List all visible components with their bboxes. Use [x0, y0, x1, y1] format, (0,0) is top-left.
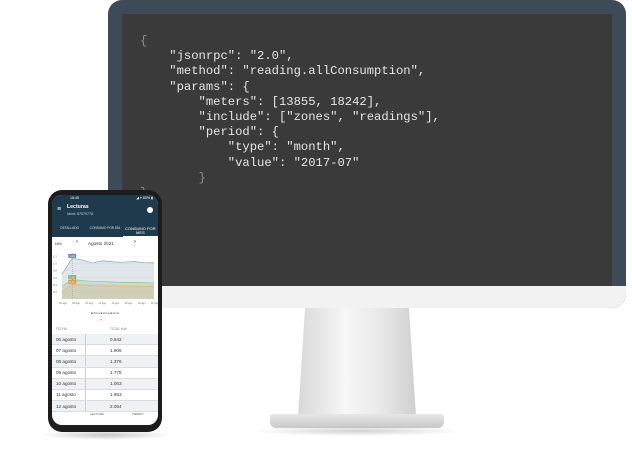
code-line: "params": { [140, 79, 250, 94]
tab-detallado[interactable]: DETALLADO [52, 225, 87, 237]
unit-label: kWh [55, 242, 62, 246]
chart-legend: ■ Zona ■ Zona ■ Zona [90, 311, 120, 315]
y-tick-label: 0.4 [53, 283, 57, 287]
monitor-stand-neck [298, 308, 416, 416]
cell-divider [85, 389, 86, 400]
cell-divider [85, 367, 86, 378]
column-header-date: FECHA [56, 327, 67, 331]
monitor-chin [108, 286, 626, 308]
y-tick-label: 1.2 [53, 255, 57, 259]
cell-divider [85, 345, 86, 356]
row-value: 0.542 [110, 336, 122, 342]
phone-screen: 16:45 ◢ ▾ 83% ▮ ≡ Lecturas Ident: 675797… [52, 195, 158, 425]
x-tick-label: 10 ago [85, 302, 93, 305]
table-row[interactable]: 07 agosto 1.906 [52, 345, 158, 357]
month-selector-label: Agosto 2021 [88, 241, 114, 246]
code-line: "meters": [13855, 18242], [140, 94, 382, 109]
monitor-shadow [250, 426, 464, 436]
footer-lectura: LECTURA [90, 412, 105, 416]
y-tick-label: 1.0 [53, 262, 57, 266]
table-header: FECHA TOTAL kWh [52, 325, 158, 333]
row-date: 12 agosto [56, 403, 77, 409]
code-line: "include": ["zones", "readings"], [140, 110, 440, 125]
x-tick-label: 12 ago [98, 302, 106, 305]
table-row[interactable]: 09 agosto 1.775 [52, 367, 158, 379]
y-tick-label: 0.8 [53, 269, 57, 273]
x-tick-label: 08 ago [72, 302, 80, 305]
row-value: 1.906 [110, 347, 122, 353]
row-value: 2.054 [110, 403, 122, 409]
desktop-monitor: { "jsonrpc": "2.0", "method": "reading.a… [108, 0, 626, 308]
consumption-chart[interactable]: 1.2 1.0 0.8 0.6 0.4 0.2 06 ago 08 ago 10 ago 12 a… [52, 249, 158, 309]
row-value: 1.063 [110, 381, 122, 387]
row-date: 11 agosto [56, 392, 76, 398]
row-date: 10 agosto [56, 381, 77, 387]
x-tick-label: 20 ago [151, 302, 158, 305]
page-subtitle: Ident: 67579778 [67, 212, 93, 216]
x-tick-label: 16 ago [125, 302, 133, 305]
code-line: "method": "reading.allConsumption", [140, 64, 426, 79]
row-date: 07 agosto [56, 347, 77, 353]
logo-icon [147, 207, 153, 213]
table-row[interactable]: 08 agosto 1.376 [52, 356, 158, 368]
chevron-right-icon[interactable]: › [134, 239, 136, 245]
code-line: "period": { [140, 125, 279, 140]
tab-consumo-dia[interactable]: CONSUMO POR DÍA [87, 225, 122, 237]
y-tick-label: 0.6 [53, 276, 57, 280]
page-title: Lecturas [67, 204, 89, 210]
hamburger-menu-icon[interactable]: ≡ [57, 206, 61, 213]
row-value: 1.953 [110, 392, 122, 398]
code-line: } [140, 170, 206, 185]
monitor-screen: { "jsonrpc": "2.0", "method": "reading.a… [122, 14, 612, 286]
footer-tiempo: TIEMPO [132, 412, 144, 416]
cell-divider [85, 378, 86, 389]
chevron-left-icon[interactable]: ‹ [76, 239, 78, 245]
app-header: 16:45 ◢ ▾ 83% ▮ ≡ Lecturas Ident: 675797… [52, 195, 158, 225]
row-date: 09 agosto [56, 370, 77, 376]
data-label: 0.58 [69, 275, 75, 279]
x-tick-label: 18 ago [138, 302, 146, 305]
code-line: { [140, 34, 148, 48]
column-header-kwh: TOTAL kWh [110, 327, 128, 331]
table-footer: LECTURA TIEMPO [52, 410, 158, 425]
table-row[interactable]: 11 agosto 1.953 [52, 389, 158, 402]
x-tick-label: 14 ago [112, 302, 120, 305]
tab-consumo-mes[interactable]: CONSUMO POR MES [122, 225, 158, 237]
row-date: 08 agosto [56, 358, 77, 364]
code-line: "value": "2017-07" [140, 155, 360, 170]
y-tick-label: 0.2 [53, 290, 57, 294]
data-label: 1.14 [69, 254, 75, 258]
table-row[interactable]: 06 agosto 0.542 [52, 334, 158, 346]
table-row[interactable]: 10 agosto 1.063 [52, 378, 158, 390]
code-line: "type": "month", [140, 140, 345, 155]
status-icons: ◢ ▾ 83% ▮ [136, 196, 153, 200]
row-date: 06 agosto [56, 336, 77, 342]
code-line: "jsonrpc": "2.0", [140, 49, 294, 64]
smartphone: 16:45 ◢ ▾ 83% ▮ ≡ Lecturas Ident: 675797… [48, 190, 162, 432]
cell-divider [85, 356, 86, 367]
json-rpc-code-block: { "jsonrpc": "2.0", "method": "reading.a… [140, 34, 440, 201]
row-value: 1.775 [110, 370, 122, 376]
x-tick-label: 06 ago [59, 302, 67, 305]
collapse-chevron-icon[interactable]: ︿ [99, 316, 103, 322]
readings-table: 06 agosto 0.542 07 agosto 1.906 08 agosto 1… [52, 334, 158, 413]
status-time: 16:45 [70, 196, 79, 200]
data-label: 0.41 [69, 280, 75, 284]
tab-bar: DETALLADO CONSUMO POR DÍA CONSUMO POR ME… [52, 225, 158, 237]
row-value: 1.376 [110, 358, 122, 364]
cell-divider [85, 334, 86, 344]
